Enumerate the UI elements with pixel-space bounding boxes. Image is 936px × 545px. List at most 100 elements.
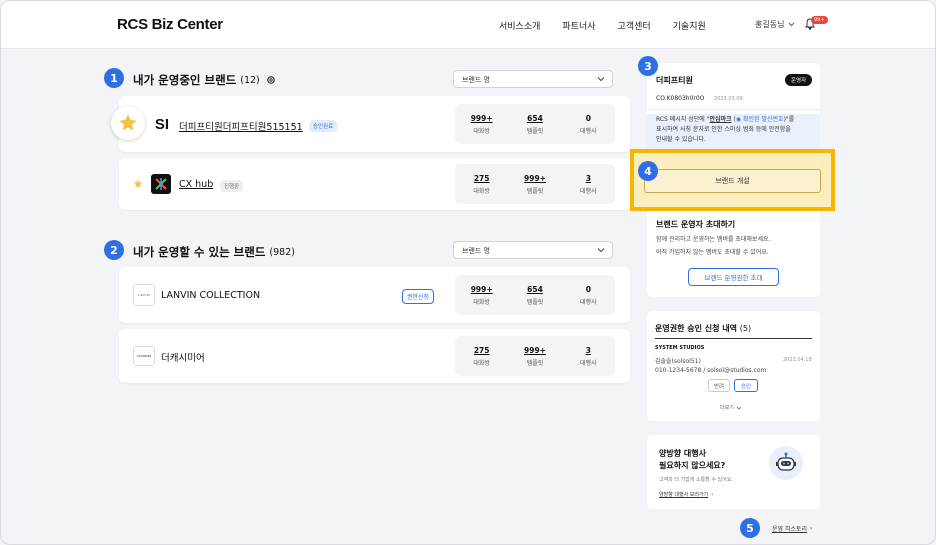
stat-label: 대행사 — [580, 127, 597, 135]
stat-value: 999+ — [524, 345, 546, 355]
stat-label: 대화방 — [473, 127, 490, 135]
brand-name: LANVIN COLLECTION — [161, 290, 261, 301]
stat-label: 대행사 — [580, 298, 597, 306]
stat-value: 3 — [585, 345, 591, 355]
stat-label: 템플릿 — [526, 127, 544, 135]
more-button[interactable]: 더보기 — [720, 404, 742, 411]
stat-value: 3 — [585, 173, 591, 183]
request-permission-button[interactable]: 권한신청 — [402, 289, 435, 304]
stat-value: 654 — [527, 113, 543, 123]
brand-stats: 275 대화방 999+ 템플릿 3 대행사 — [455, 164, 615, 204]
operation-history-link[interactable]: 운영 히스토리 › — [772, 524, 812, 533]
brand-card[interactable]: SI 더피프티원더피프티원515151 승인완료 999+ 대화방 654 템플릿 … — [111, 96, 630, 152]
invite-desc-1: 함께 관리하고 운영하는 멤버를 초대해보세요. — [656, 236, 771, 243]
favorite-star-button[interactable] — [111, 106, 145, 140]
chevron-down-icon — [789, 22, 795, 27]
brand-logo: SI — [154, 115, 170, 133]
chevron-down-icon — [736, 406, 742, 410]
nav-service[interactable]: 서비스소개 — [499, 19, 540, 32]
brand-name-link[interactable]: 더피프티원더피프티원515151 — [179, 119, 303, 133]
approval-count: (5) — [739, 324, 752, 333]
brand-code: CO.K0803h0r0O — [656, 95, 705, 102]
chevron-right-icon: › — [810, 525, 813, 532]
stat-agencies[interactable]: 3 대행사 — [562, 164, 615, 204]
nav-tech[interactable]: 기술지원 — [673, 19, 706, 32]
stat-agencies: 0 대행사 — [562, 275, 615, 315]
logo[interactable]: RCS Biz Center — [117, 16, 223, 33]
current-brand-name: 더피프티원 — [656, 76, 693, 85]
approve-button[interactable]: 승인 — [734, 379, 758, 392]
chevron-down-icon — [597, 77, 605, 82]
agency-desc: 고객과 더 가깝게 소통할 수 있어요. — [659, 477, 733, 483]
section-count: (12) — [240, 74, 260, 86]
section-count: (982) — [269, 246, 295, 258]
chevron-right-icon: › — [711, 491, 714, 498]
star-icon — [119, 114, 137, 131]
invite-desc-2: 아직 가입하지 않는 멤버도 초대할 수 있어요. — [656, 249, 769, 256]
stat-label: 템플릿 — [526, 359, 544, 367]
request-contact: 010-1234-5678 / solsol@studios.com — [655, 367, 767, 374]
section-title-text: 내가 운영중인 브랜드 — [133, 73, 237, 87]
stat-value: 999+ — [470, 113, 493, 123]
cashmere-logo: CASHMERE — [133, 346, 155, 366]
stat-label: 템플릿 — [526, 187, 544, 195]
brand-name: 더캐시미어 — [161, 353, 205, 364]
brand-card[interactable]: CX hub 진행중 275 대화방 999+ 템플릿 3 대행사 — [119, 158, 630, 210]
stat-chatrooms[interactable]: 275 대화방 — [455, 164, 508, 204]
invite-operator-button[interactable]: 브랜드 운영권한 초대 — [688, 268, 779, 286]
user-name: 홍길동님 — [755, 20, 785, 29]
step-marker-4: 4 — [638, 161, 658, 181]
nav-support[interactable]: 고객센터 — [618, 19, 651, 32]
stat-label: 대화방 — [473, 359, 490, 367]
request-date: 2023.04.18 — [783, 357, 812, 363]
role-badge: 운영자 — [785, 74, 813, 86]
gear-icon[interactable] — [266, 75, 276, 85]
brand-name-link[interactable]: CX hub — [179, 179, 213, 190]
star-icon[interactable] — [133, 179, 143, 189]
request-person: 김솔솔(solsol51) — [655, 358, 701, 365]
open-brand-button[interactable]: 브랜드 개설 — [644, 169, 821, 193]
verified-shield-icon: ◉ — [735, 116, 742, 123]
stat-chatrooms[interactable]: 275 대화방 — [455, 336, 508, 376]
stat-chatrooms[interactable]: 999+ 대화방 — [455, 275, 508, 315]
approval-title-text: 운영권한 승인 신청 내역 — [655, 324, 737, 333]
stat-templates[interactable]: 654 템플릿 — [508, 275, 561, 315]
brand-sort-select-1[interactable]: 브랜드 명 — [453, 70, 613, 88]
agency-title-2: 필요하지 않으세요? — [659, 461, 726, 470]
notice-prefix: RCS 메시지 상단에 " — [656, 116, 710, 123]
stat-templates[interactable]: 999+ 템플릿 — [508, 336, 561, 376]
section-operating-title: 내가 운영중인 브랜드 (12) — [133, 72, 276, 88]
step-marker-1: 1 — [104, 68, 124, 88]
nav-partners[interactable]: 파트너사 — [562, 19, 595, 32]
stat-value: 275 — [473, 345, 490, 355]
safe-mark-text: 안심마크 — [709, 116, 732, 123]
brand-card[interactable]: CASHMERE 더캐시미어 275 대화방 999+ 템플릿 3 대행사 — [119, 329, 630, 383]
brand-sort-select-2[interactable]: 브랜드 명 — [453, 241, 613, 259]
stat-agencies[interactable]: 3 대행사 — [562, 336, 615, 376]
agency-title-1: 양방향 대행사 — [659, 449, 706, 458]
agency-link[interactable]: 양방향 대행사 보러가기 › — [659, 491, 714, 499]
stat-templates[interactable]: 999+ 템플릿 — [508, 164, 561, 204]
top-header: RCS Biz Center 서비스소개 파트너사 고객센터 기술지원 홍길동님… — [1, 1, 935, 49]
request-company: SYSTEM STUDIOS — [655, 345, 705, 351]
stat-value: 999+ — [470, 284, 493, 294]
history-link-text: 운영 히스토리 — [772, 526, 808, 533]
select-value: 브랜드 명 — [462, 247, 490, 255]
chevron-down-icon — [597, 248, 605, 253]
stat-value: 999+ — [524, 173, 546, 183]
user-menu[interactable]: 홍길동님 — [755, 19, 795, 30]
brand-date: 2023.03.09 — [714, 96, 743, 102]
brand-stats: 999+ 대화방 654 템플릿 0 대행사 — [455, 104, 615, 144]
reject-button[interactable]: 반려 — [708, 379, 730, 392]
brand-card[interactable]: LANVIN LANVIN COLLECTION 권한신청 999+ 대화방 65… — [119, 267, 630, 323]
cxhub-logo-icon — [151, 174, 171, 194]
stat-label: 대행사 — [580, 359, 597, 367]
step-marker-3: 3 — [638, 56, 658, 76]
divider — [655, 338, 812, 339]
stat-templates[interactable]: 654 템플릿 — [508, 104, 561, 144]
more-label: 더보기 — [720, 405, 734, 411]
stat-value: 275 — [473, 173, 490, 183]
stat-chatrooms[interactable]: 999+ 대화방 — [455, 104, 508, 144]
notice-suffix: "를 — [785, 116, 795, 123]
notification-badge: 99+ — [811, 16, 828, 24]
